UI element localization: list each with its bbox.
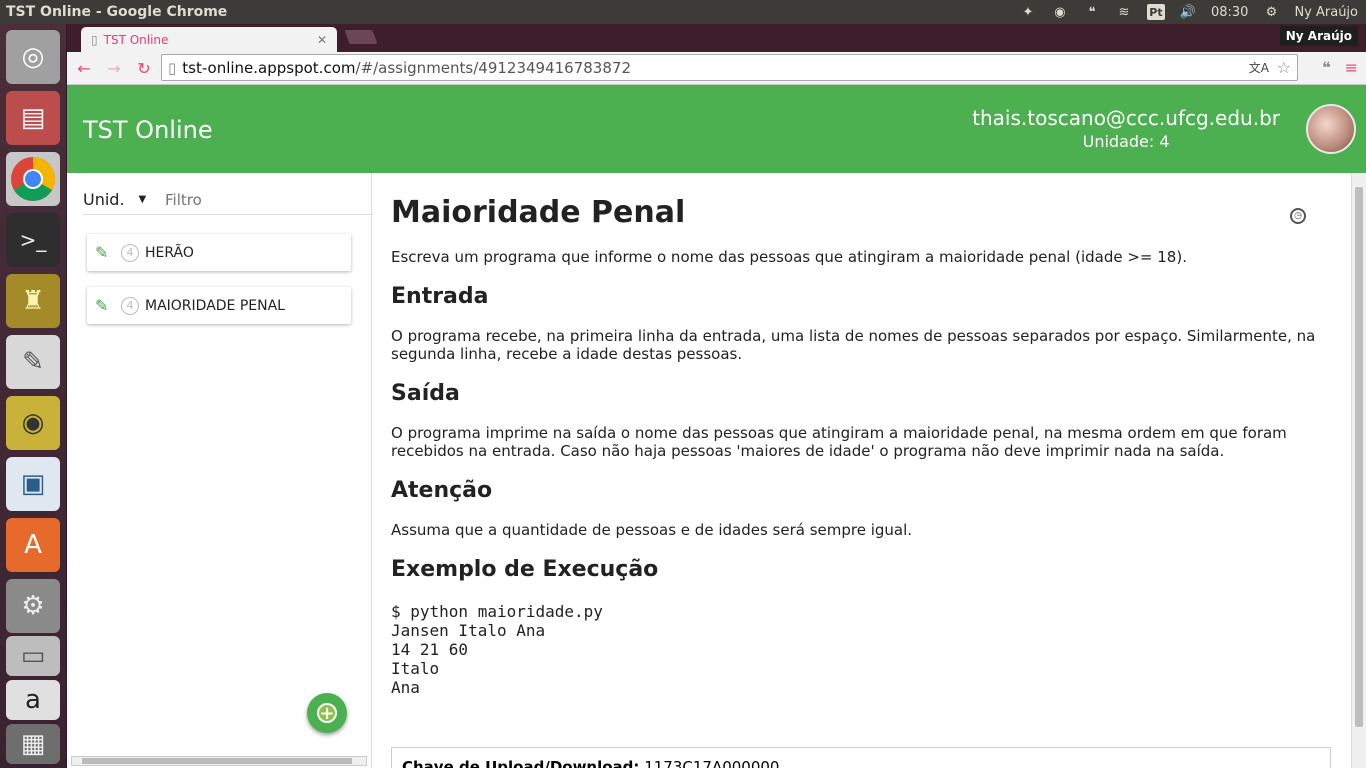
hangouts-icon[interactable]: ❝	[1083, 4, 1101, 20]
new-tab-button[interactable]	[344, 30, 378, 44]
assignment-title: HERÃO	[145, 244, 194, 261]
drive-icon[interactable]: ▭	[6, 636, 60, 676]
section-heading: Saída	[391, 381, 460, 406]
pencil-icon: ✎	[95, 296, 109, 315]
wifi-icon[interactable]: ≋	[1115, 4, 1133, 20]
hangouts-extension-icon[interactable]: ❝	[1322, 58, 1331, 77]
intro-text: Escreva um programa que informe o nome d…	[391, 248, 1187, 266]
user-email: thais.toscano@ccc.ufcg.edu.br	[972, 106, 1280, 130]
system-tray: ✦ ◉ ❝ ≋ Pt 🔊 08:30 ⚙ Ny Araújo	[1019, 4, 1366, 20]
clock[interactable]: 08:30	[1211, 5, 1248, 20]
upload-key-box: Chave de Upload/Download: 1173C17A000000	[391, 747, 1331, 768]
pencil-icon: ✎	[95, 243, 109, 262]
add-assignment-button[interactable]: +	[307, 693, 347, 733]
caret-down-icon: ▼	[138, 194, 147, 205]
section-text: Assuma que a quantidade de pessoas e de …	[391, 521, 913, 539]
chrome-tray-icon[interactable]: ◉	[1051, 4, 1069, 20]
close-icon[interactable]: ✕	[317, 33, 327, 47]
section-heading: Atenção	[391, 478, 493, 503]
key-value[interactable]: 1173C17A000000	[644, 758, 779, 768]
assignment-card[interactable]: ✎ 4 HERÃO	[87, 234, 351, 271]
os-top-panel: TST Online - Google Chrome ✦ ◉ ❝ ≋ Pt 🔊 …	[0, 0, 1366, 24]
url-host: tst-online.appspot.com	[182, 58, 356, 77]
unit-badge: 4	[121, 296, 139, 315]
reload-icon[interactable]: ↻	[131, 55, 157, 81]
page-icon: ▯	[91, 32, 98, 47]
translate-icon[interactable]: 文A	[1249, 59, 1269, 76]
filter-input[interactable]	[165, 190, 355, 209]
browser-tabstrip: ▯ TST Online ✕ Ny Araújo	[67, 24, 1366, 52]
unit-select[interactable]: Unid. ▼	[83, 190, 153, 209]
history-icon[interactable]: ◷	[1290, 208, 1306, 224]
browser-toolbar: ← → ↻ ▯ tst-online.appspot.com/#/assignm…	[67, 52, 1366, 85]
vertical-scrollbar[interactable]	[1351, 173, 1366, 768]
star-icon[interactable]: ☆	[1277, 58, 1291, 77]
example-heading: Exemplo de Execução	[391, 557, 659, 582]
amazon-icon[interactable]: a	[6, 680, 60, 720]
assignment-card[interactable]: ✎ 4 MAIORIDADE PENAL	[87, 287, 351, 324]
terminal-icon[interactable]: >_	[6, 213, 60, 267]
gear-icon[interactable]: ⚙	[1262, 4, 1280, 20]
assignment-content: ◷ Maioridade Penal Escreva um programa q…	[373, 173, 1351, 768]
user-unit: Unidade: 4	[1082, 132, 1170, 151]
volume-icon[interactable]: 🔊	[1179, 4, 1197, 20]
forward-icon[interactable]: →	[101, 55, 127, 81]
avatar[interactable]	[1306, 104, 1356, 154]
section-heading: Entrada	[391, 284, 489, 309]
page-icon: ▯	[168, 58, 177, 77]
workspace-icon[interactable]: ▦	[6, 724, 60, 764]
example-code: $ python maioridade.py Jansen Italo Ana …	[391, 602, 603, 697]
browser-tab[interactable]: ▯ TST Online ✕	[81, 27, 337, 52]
url-path: /#/assignments/4912349416783872	[355, 58, 632, 77]
assignment-title: MAIORIDADE PENAL	[145, 297, 285, 314]
address-bar[interactable]: ▯ tst-online.appspot.com/#/assignments/4…	[161, 54, 1298, 81]
window-title: TST Online - Google Chrome	[6, 4, 228, 20]
plus-icon: +	[317, 703, 337, 724]
dropbox-icon[interactable]: ✦	[1019, 4, 1037, 20]
key-label: Chave de Upload/Download:	[402, 758, 640, 768]
menu-icon[interactable]: ≡	[1345, 58, 1358, 77]
app-brand[interactable]: TST Online	[83, 116, 213, 144]
unit-select-value: Unid.	[83, 190, 125, 209]
dash-icon[interactable]: ◎	[6, 30, 60, 84]
impress-icon[interactable]: ▣	[6, 457, 60, 511]
user-info: thais.toscano@ccc.ufcg.edu.br Unidade: 4	[972, 106, 1280, 151]
section-text: O programa recebe, na primeira linha da …	[391, 327, 1316, 363]
page-title: Maioridade Penal	[391, 195, 686, 230]
keyboard-layout-indicator[interactable]: Pt	[1146, 4, 1165, 20]
genie-icon[interactable]: ♜	[6, 274, 60, 328]
scroll-thumb[interactable]	[1355, 187, 1363, 727]
horizontal-scrollbar[interactable]	[71, 756, 367, 766]
settings-icon[interactable]: ⚙	[6, 579, 60, 633]
app-header: TST Online thais.toscano@ccc.ufcg.edu.br…	[67, 85, 1366, 173]
session-user[interactable]: Ny Araújo	[1294, 5, 1358, 20]
back-icon[interactable]: ←	[71, 55, 97, 81]
software-center-icon[interactable]: A	[6, 518, 60, 572]
scroll-thumb[interactable]	[82, 758, 352, 764]
text-editor-icon[interactable]: ✎	[6, 335, 60, 389]
unity-launcher: ◎ ▤ >_ ♜ ✎ ◉ ▣ A ⚙ ▭ a ▦	[0, 24, 67, 768]
unit-badge: 4	[121, 243, 139, 262]
filter-row: Unid. ▼	[83, 185, 373, 215]
profile-button[interactable]: Ny Araújo	[1279, 26, 1358, 46]
section-text: O programa imprime na saída o nome das p…	[391, 424, 1287, 460]
speaker-icon[interactable]: ◉	[6, 396, 60, 450]
assignments-sidebar: Unid. ▼ ✎ 4 HERÃO ✎ 4 MAIORIDADE PENAL +	[67, 173, 373, 768]
tab-title: TST Online	[103, 32, 169, 47]
files-icon[interactable]: ▤	[6, 91, 60, 145]
chrome-icon[interactable]	[6, 152, 60, 206]
